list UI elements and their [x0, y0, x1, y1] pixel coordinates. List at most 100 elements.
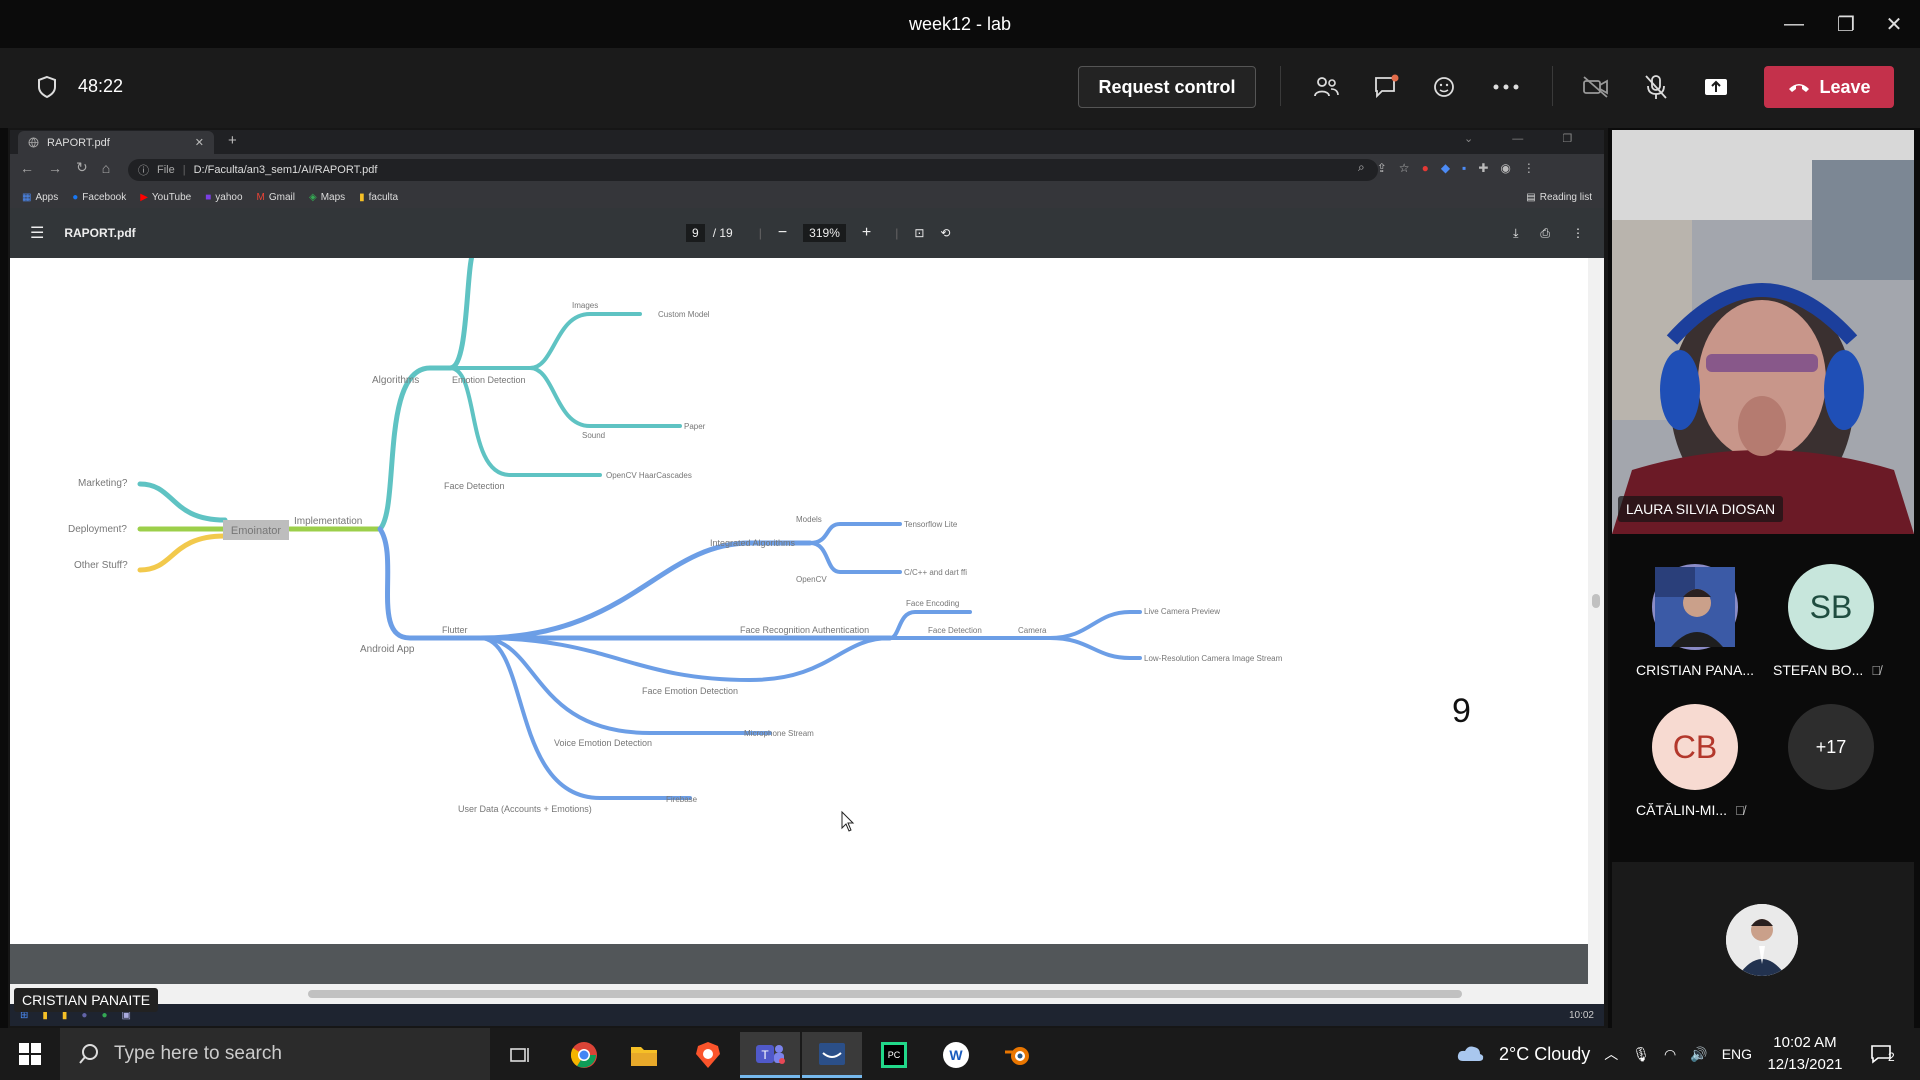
- word-icon[interactable]: W: [926, 1032, 986, 1078]
- url-prefix: File: [157, 164, 175, 176]
- more-participants-button[interactable]: +17: [1788, 704, 1874, 790]
- info-icon[interactable]: ⓘ: [138, 162, 149, 178]
- participant-video[interactable]: [1612, 130, 1914, 534]
- zoom-in-icon[interactable]: +: [862, 224, 871, 242]
- mic-off-icon: 🎙̸: [1735, 802, 1745, 818]
- participant-name: CĂTĂLIN-MI...: [1636, 802, 1728, 818]
- self-avatar[interactable]: [1726, 904, 1798, 976]
- page-number-input[interactable]: 9: [686, 224, 705, 242]
- url-field[interactable]: ⓘ File | D:/Faculta/an3_sem1/AI/RAPORT.p…: [128, 159, 1378, 181]
- start-button[interactable]: [0, 1028, 60, 1080]
- share-icon[interactable]: [1698, 70, 1734, 104]
- bookmark-apps[interactable]: ▦ Apps: [22, 192, 58, 203]
- bookmark-star-icon[interactable]: ☆: [1399, 161, 1410, 175]
- chrome-icon[interactable]: [554, 1032, 614, 1078]
- avatar-sb[interactable]: SB: [1788, 564, 1874, 650]
- node-models: Models: [796, 515, 822, 524]
- bookmark-maps[interactable]: ◈ Maps: [309, 192, 345, 203]
- pdf-filename: RAPORT.pdf: [64, 226, 136, 240]
- share-page-icon[interactable]: ⇪: [1377, 161, 1387, 175]
- back-icon[interactable]: ←: [20, 160, 34, 176]
- search-placeholder: Type here to search: [114, 1043, 282, 1064]
- taskbar-clock[interactable]: 10:02 AM 12/13/2021: [1755, 1032, 1855, 1076]
- extension-icon[interactable]: ●: [1422, 161, 1429, 175]
- minimize-button[interactable]: —: [1766, 0, 1822, 48]
- node-marketing: Marketing?: [78, 478, 128, 489]
- participant-name: STEFAN BO...: [1773, 662, 1864, 678]
- chevron-up-icon[interactable]: ︿: [1604, 1044, 1618, 1064]
- pdf-actions: ⤓ ⎙ ⋮: [1513, 226, 1584, 241]
- pycharm-icon[interactable]: PC: [864, 1032, 924, 1078]
- tab-close-icon[interactable]: ✕: [195, 136, 204, 149]
- windows-logo-icon: [19, 1043, 41, 1065]
- bookmark-facebook[interactable]: ● Facebook: [72, 192, 126, 203]
- clock-date: 12/13/2021: [1767, 1056, 1843, 1073]
- leave-button[interactable]: Leave: [1764, 66, 1894, 108]
- extensions-puzzle-icon[interactable]: ✚: [1478, 161, 1488, 175]
- rotate-icon[interactable]: ⟲: [940, 226, 950, 240]
- branch-marketing: [137, 481, 228, 523]
- task-view-icon[interactable]: [490, 1032, 550, 1078]
- language-indicator[interactable]: ENG: [1722, 1046, 1752, 1062]
- reading-list-button[interactable]: ▤ Reading list: [1526, 192, 1592, 203]
- microphone-icon[interactable]: 🎙: [1632, 1046, 1650, 1063]
- tab-title: RAPORT.pdf: [47, 136, 110, 149]
- svg-text:PC: PC: [888, 1050, 901, 1060]
- mic-off-icon[interactable]: [1638, 70, 1674, 104]
- zoom-icon[interactable]: ⌕: [1358, 160, 1365, 175]
- teams-icon[interactable]: T: [740, 1032, 800, 1078]
- forward-icon[interactable]: →: [48, 160, 62, 176]
- request-control-button[interactable]: Request control: [1078, 66, 1256, 108]
- brave-icon[interactable]: [678, 1032, 738, 1078]
- notifications-button[interactable]: 2: [1862, 1040, 1902, 1068]
- app-window-icon[interactable]: [802, 1032, 862, 1078]
- more-icon[interactable]: [1488, 70, 1524, 104]
- node-implementation: Implementation: [294, 516, 362, 527]
- participant-catalin: CĂTĂLIN-MI... 🎙̸: [1636, 802, 1745, 818]
- tab-raport-pdf[interactable]: RAPORT.pdf ✕: [18, 131, 214, 154]
- reactions-icon[interactable]: [1428, 70, 1464, 104]
- wifi-icon[interactable]: ◠: [1664, 1046, 1676, 1063]
- weather-text[interactable]: 2°C Cloudy: [1499, 1044, 1590, 1065]
- reload-icon[interactable]: ↻: [76, 159, 88, 176]
- chat-icon[interactable]: [1368, 70, 1404, 104]
- scrollbar-thumb[interactable]: [308, 990, 1462, 998]
- print-icon[interactable]: ⎙: [1540, 226, 1550, 241]
- node-tflite: Tensorflow Lite: [904, 520, 958, 529]
- avatar-cb[interactable]: CB: [1652, 704, 1738, 790]
- extension-icon[interactable]: ▪: [1462, 161, 1466, 175]
- pdf-menu-icon[interactable]: ☰: [30, 223, 44, 243]
- bookmark-faculta[interactable]: ▮ faculta: [359, 192, 398, 203]
- facebook-icon: ●: [72, 191, 79, 203]
- pdf-page-gap: [10, 944, 1596, 984]
- fit-page-icon[interactable]: ⊡: [914, 226, 924, 240]
- node-face-rec-auth: Face Recognition Authentication: [740, 625, 869, 635]
- bookmark-yahoo[interactable]: ■ yahoo: [205, 192, 242, 203]
- volume-icon[interactable]: 🔊: [1690, 1046, 1707, 1063]
- sharer-name-tag: CRISTIAN PANAITE: [14, 988, 159, 1012]
- pdf-vertical-scrollbar[interactable]: [1588, 258, 1604, 984]
- extension-icon[interactable]: ◆: [1441, 161, 1450, 175]
- video-feed: [1612, 130, 1914, 534]
- camera-off-icon[interactable]: [1578, 70, 1614, 104]
- download-icon[interactable]: ⤓: [1513, 226, 1518, 241]
- zoom-out-icon[interactable]: −: [778, 224, 787, 242]
- file-explorer-icon[interactable]: [614, 1032, 674, 1078]
- node-other-stuff: Other Stuff?: [74, 560, 128, 571]
- node-face-detection-algo: Face Detection: [444, 481, 505, 491]
- home-icon[interactable]: ⌂: [102, 160, 110, 176]
- bookmark-youtube[interactable]: ▶ YouTube: [140, 192, 191, 203]
- taskbar-search[interactable]: Type here to search: [60, 1028, 490, 1080]
- close-window-button[interactable]: ✕: [1866, 0, 1920, 48]
- browser-menu-icon[interactable]: ⋮: [1523, 161, 1535, 175]
- svg-text:T: T: [761, 1048, 769, 1062]
- people-icon[interactable]: [1308, 70, 1344, 104]
- profile-icon[interactable]: ◉: [1500, 161, 1510, 175]
- zoom-input[interactable]: 319%: [803, 224, 846, 242]
- pdf-more-icon[interactable]: ⋮: [1572, 226, 1584, 240]
- blender-icon[interactable]: [988, 1032, 1048, 1078]
- new-tab-icon[interactable]: +: [228, 132, 237, 149]
- node-low-res: Low-Resolution Camera Image Stream: [1144, 654, 1283, 663]
- bookmark-gmail[interactable]: M Gmail: [257, 192, 295, 203]
- avatar-cristian[interactable]: [1652, 564, 1738, 650]
